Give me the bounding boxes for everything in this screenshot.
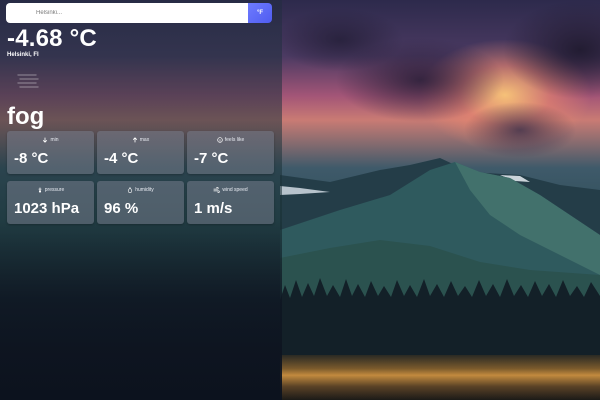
search-bar: °F xyxy=(6,3,272,23)
stat-label: wind speed xyxy=(222,187,248,193)
stat-label: max xyxy=(139,137,150,143)
stat-label: feels like xyxy=(224,137,245,143)
stat-card-min: min -8 °C xyxy=(7,131,94,174)
stat-card-max: max -4 °C xyxy=(97,131,184,174)
stat-value: 96 % xyxy=(104,200,139,217)
thermometer-icon xyxy=(38,187,42,193)
fog-icon xyxy=(17,74,39,88)
stat-label: pressure xyxy=(44,187,65,193)
stat-card-feels-like: feels like -7 °C xyxy=(187,131,274,174)
stat-value: -7 °C xyxy=(194,150,229,167)
stat-card-pressure: pressure 1023 hPa xyxy=(7,181,94,224)
stat-label: min xyxy=(50,137,59,143)
city-search-input[interactable] xyxy=(6,3,248,23)
stat-label: humidity xyxy=(135,187,154,193)
stat-value: -8 °C xyxy=(14,150,49,167)
weather-condition: fog xyxy=(7,103,45,130)
stat-value: 1023 hPa xyxy=(14,200,80,217)
stat-value: 1 m/s xyxy=(194,200,233,217)
arrow-up-icon xyxy=(132,137,137,143)
current-temperature: -4.68 °C xyxy=(7,25,97,52)
meadow xyxy=(280,355,600,400)
stat-card-humidity: humidity 96 % xyxy=(97,181,184,224)
stat-card-wind-speed: wind speed 1 m/s xyxy=(187,181,274,224)
unit-toggle-button[interactable]: °F xyxy=(248,3,272,23)
droplet-icon xyxy=(128,187,133,193)
arrow-down-icon xyxy=(43,137,48,143)
stat-value: -4 °C xyxy=(104,150,139,167)
wind-icon xyxy=(213,187,221,193)
smiley-icon xyxy=(217,137,223,143)
location-label: Helsinki, FI xyxy=(7,52,39,58)
